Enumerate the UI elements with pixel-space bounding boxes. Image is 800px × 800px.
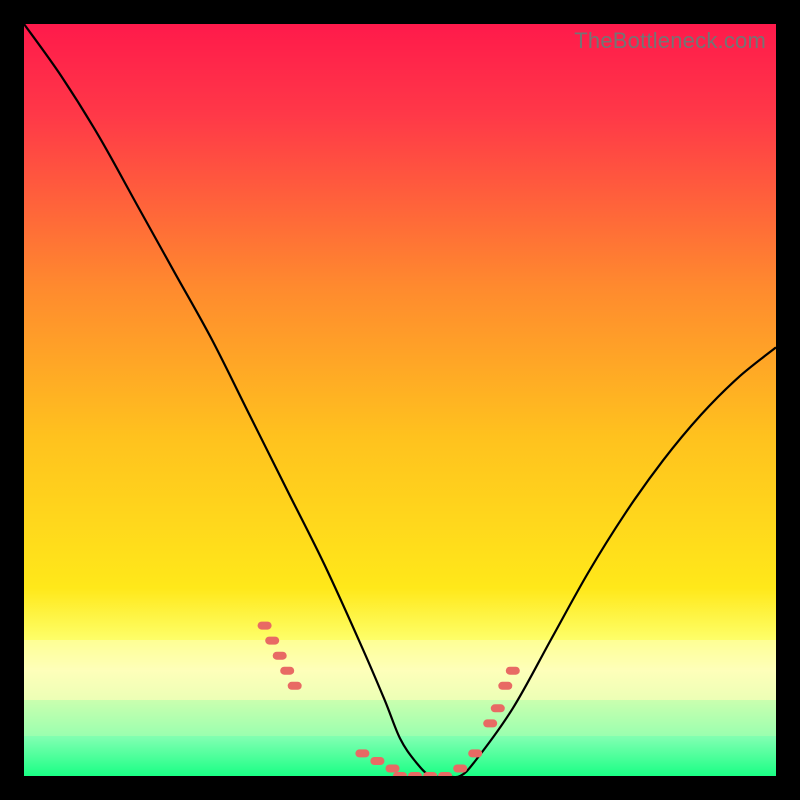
dot [483, 719, 497, 727]
dot [438, 772, 452, 776]
dot [408, 772, 422, 776]
dot [265, 637, 279, 645]
dot [288, 682, 302, 690]
dot [498, 682, 512, 690]
watermark-label: TheBottleneck.com [574, 28, 766, 54]
dot [491, 704, 505, 712]
highlight-band [24, 640, 776, 736]
dot [506, 667, 520, 675]
dot [453, 765, 467, 773]
dot [386, 765, 400, 773]
dot [393, 772, 407, 776]
dot [355, 749, 369, 757]
dot [258, 622, 272, 630]
dot [468, 749, 482, 757]
chart-frame: TheBottleneck.com [24, 24, 776, 776]
dot [370, 757, 384, 765]
dot [423, 772, 437, 776]
bottleneck-chart [24, 24, 776, 776]
dot [273, 652, 287, 660]
dot [280, 667, 294, 675]
